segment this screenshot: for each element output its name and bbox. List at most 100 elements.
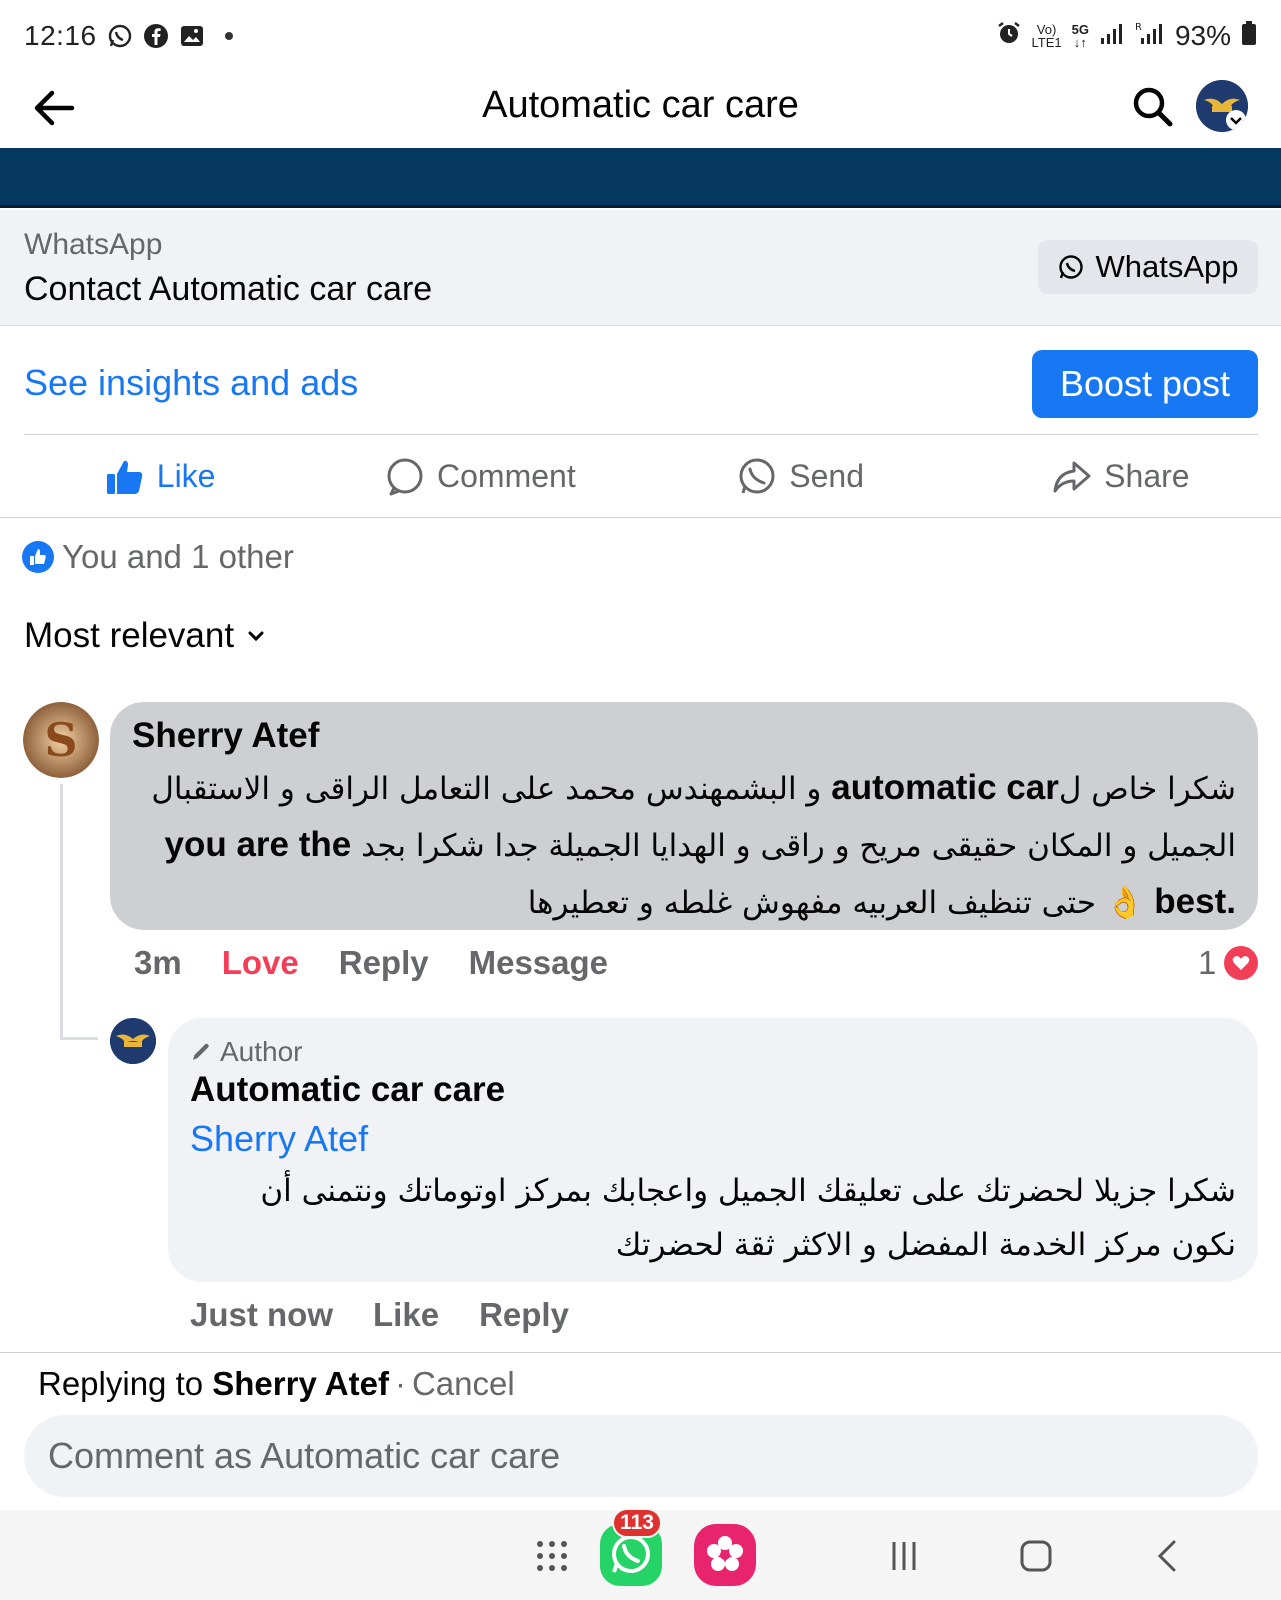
thread-line: [60, 1037, 98, 1040]
whatsapp-dock-app[interactable]: 113: [600, 1508, 662, 1586]
reply-button[interactable]: Reply: [339, 944, 429, 982]
send-label: Send: [789, 458, 864, 494]
comment-author[interactable]: Sherry Atef: [132, 716, 319, 756]
page-profile-avatar[interactable]: [1196, 80, 1248, 132]
thumbs-up-icon: [106, 460, 142, 494]
battery-percent: 93%: [1174, 20, 1231, 51]
whatsapp-icon: [107, 23, 133, 49]
thread-line: [60, 784, 63, 1040]
whatsapp-icon: [1059, 255, 1084, 279]
comment-composer: Replying to Sherry Atef · Cancel: [0, 1352, 1281, 1508]
comment-text: شكرا خاص لautomatic car و البشمهندس محمد…: [132, 760, 1236, 931]
wings-logo-icon: [110, 1018, 156, 1064]
reactions-summary[interactable]: You and 1 other: [22, 538, 294, 576]
comment-bubble[interactable]: Sherry Atef شكرا خاص لautomatic car و ال…: [110, 702, 1258, 930]
wings-logo-icon: [1196, 80, 1248, 132]
replying-prefix: Replying to: [38, 1365, 213, 1402]
love-reaction-button[interactable]: Love: [222, 944, 299, 982]
comment-meta: 3m Love Reply Message: [134, 944, 608, 982]
signal-icon: [1099, 20, 1125, 53]
message-button[interactable]: Message: [469, 944, 608, 982]
status-right: Vo) LTE1 5G ↓↑ R 93%: [996, 20, 1258, 53]
comment-bubble-icon: [387, 458, 423, 495]
system-navigation-bar: 113: [0, 1508, 1281, 1600]
apps-drawer-button[interactable]: [528, 1532, 576, 1580]
reactions-summary-text: You and 1 other: [62, 538, 294, 575]
share-arrow-icon: [1053, 461, 1091, 492]
comment-text-part: automatic car: [831, 768, 1059, 807]
divider: [24, 434, 1258, 435]
recents-button[interactable]: [880, 1532, 928, 1580]
signal-roaming-icon: R: [1135, 20, 1165, 53]
reply-meta: Just now Like Reply: [190, 1296, 569, 1334]
search-button[interactable]: [1128, 82, 1176, 130]
notification-badge: 113: [612, 1508, 662, 1538]
whatsapp-contact-section: WhatsApp Contact Automatic car care What…: [0, 210, 1281, 326]
reply-author[interactable]: Automatic car care: [190, 1070, 505, 1110]
reply-reply-button[interactable]: Reply: [479, 1296, 569, 1334]
heart-icon: [1224, 946, 1259, 980]
gallery-icon: [179, 23, 205, 49]
whatsapp-contact-label: WhatsApp: [24, 228, 163, 261]
page-avatar[interactable]: [110, 1018, 156, 1064]
status-left: 12:16: [24, 20, 233, 52]
chevron-left-icon: [1157, 1540, 1176, 1572]
comment-time[interactable]: 3m: [134, 944, 182, 982]
author-badge-label: Author: [220, 1036, 303, 1067]
see-insights-link[interactable]: See insights and ads: [24, 362, 358, 404]
like-reaction-icon: [22, 541, 54, 573]
svg-text:S: S: [44, 713, 77, 767]
comment-text-part: شكرا خاص ل: [1058, 771, 1236, 807]
search-icon: [1133, 87, 1173, 127]
volte-icon: Vo) LTE1: [1031, 22, 1062, 50]
app-header: Automatic car care: [0, 72, 1281, 148]
reply-text: شكرا جزيلا لحضرتك على تعليقك الجميل واعج…: [260, 1173, 1236, 1263]
whatsapp-button[interactable]: WhatsApp: [1038, 240, 1258, 294]
alarm-icon: [996, 20, 1022, 53]
home-button[interactable]: [1012, 1532, 1060, 1580]
reply-like-button[interactable]: Like: [373, 1296, 439, 1334]
user-avatar-image: S: [23, 702, 99, 778]
facebook-icon: [143, 23, 169, 49]
sort-label: Most relevant: [24, 616, 235, 655]
boost-post-button[interactable]: Boost post: [1032, 350, 1258, 418]
like-label: Like: [156, 458, 216, 494]
svg-text:R: R: [1135, 22, 1142, 33]
reply-time[interactable]: Just now: [190, 1296, 333, 1334]
home-icon: [1020, 1540, 1052, 1572]
status-time: 12:16: [24, 20, 97, 51]
nav-back-button[interactable]: [1144, 1532, 1192, 1580]
cancel-reply-button[interactable]: Cancel: [412, 1365, 515, 1402]
share-button[interactable]: Share: [961, 436, 1281, 517]
status-bar: 12:16 Vo) LTE1 5G ↓↑ R 93%: [0, 0, 1281, 72]
recents-icon: [892, 1542, 916, 1570]
5g-icon: 5G ↓↑: [1071, 22, 1089, 50]
avatar[interactable]: S: [23, 702, 99, 778]
like-button[interactable]: Like: [0, 436, 320, 517]
replying-to: Replying to Sherry Atef · Cancel: [38, 1365, 515, 1403]
author-badge: Author: [190, 1036, 303, 1068]
post-action-bar: Like Comment Send Share: [0, 436, 1281, 518]
send-button[interactable]: Send: [641, 436, 961, 517]
whatsapp-button-label: WhatsApp: [1095, 249, 1239, 284]
pencil-icon: [193, 1043, 209, 1060]
apps-icon: [537, 1541, 567, 1571]
reply-mention[interactable]: Sherry Atef: [190, 1118, 368, 1160]
comment-text-part: 👌 حتى تنظيف العربيه مفهوش غلطه و تعطيرها: [527, 885, 1155, 921]
gallery-flower-icon: [694, 1524, 756, 1586]
whatsapp-send-icon: [739, 458, 775, 493]
comment-reaction-count[interactable]: 1: [1198, 944, 1259, 982]
cover-photo-strip: [0, 148, 1281, 208]
page-title: Automatic car care: [482, 84, 799, 126]
reaction-count-value: 1: [1198, 944, 1217, 981]
replying-name: Sherry Atef: [212, 1365, 389, 1402]
comment-label: Comment: [437, 458, 576, 494]
gallery-dock-app[interactable]: [694, 1524, 756, 1586]
comment-sort-dropdown[interactable]: Most relevant: [24, 616, 266, 656]
reply-bubble[interactable]: Author Automatic car care Sherry Atef شك…: [168, 1018, 1258, 1282]
chevron-down-icon: [248, 631, 264, 642]
notification-dot: [224, 32, 233, 40]
comment-input[interactable]: [24, 1415, 1258, 1497]
comment-button[interactable]: Comment: [320, 436, 640, 517]
share-label: Share: [1104, 458, 1190, 494]
